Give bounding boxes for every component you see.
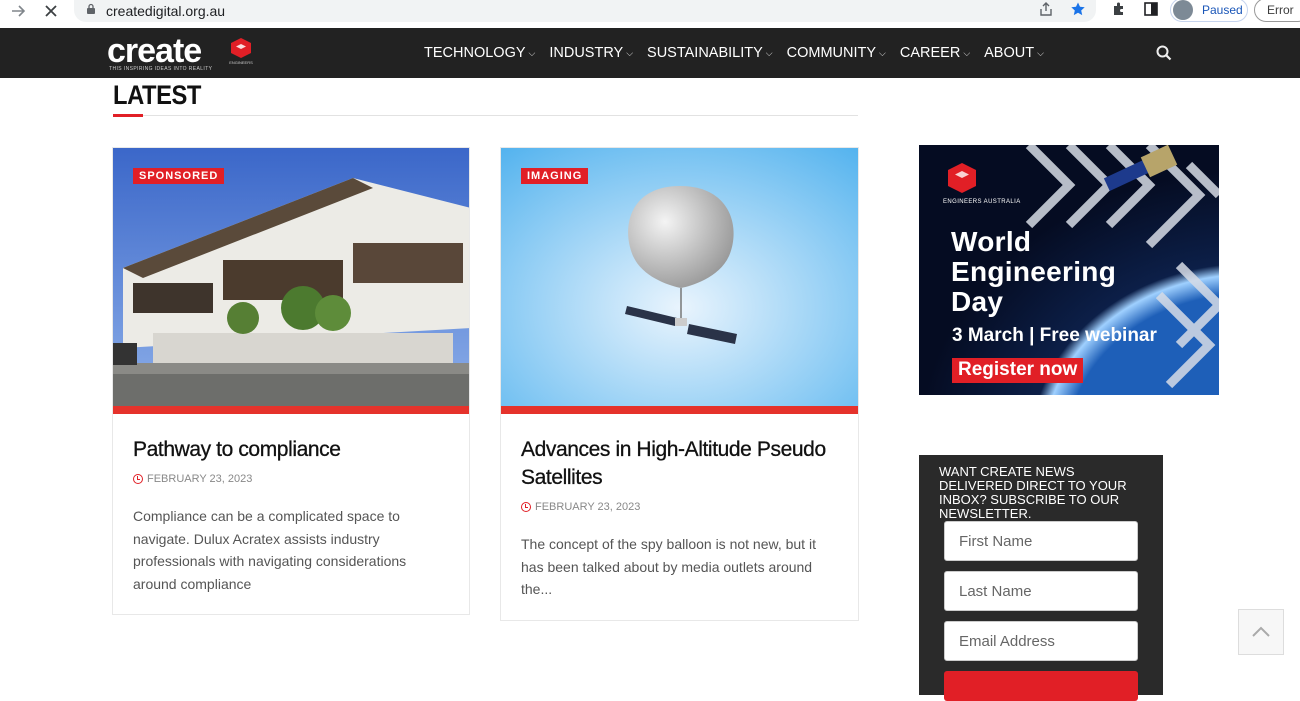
chevron-down-icon: ⌵ xyxy=(765,47,773,58)
back-to-top-button[interactable] xyxy=(1238,609,1284,655)
date-text: FEBRUARY 23, 2023 xyxy=(535,501,641,513)
ad-headline-line: World xyxy=(951,226,1032,257)
clock-icon xyxy=(133,474,143,484)
date-text: FEBRUARY 23, 2023 xyxy=(147,473,253,485)
chevron-down-icon: ⌵ xyxy=(963,47,971,58)
nav-label: ABOUT xyxy=(984,45,1035,61)
chevron-down-icon: ⌵ xyxy=(879,47,886,58)
article-date: FEBRUARY 23, 2023 xyxy=(521,501,640,513)
article-excerpt: The concept of the spy balloon is not ne… xyxy=(521,536,816,597)
register-now-button[interactable]: Register now xyxy=(952,358,1084,383)
side-panel-icon[interactable] xyxy=(1143,1,1159,21)
thumbnail-accent-bar xyxy=(501,406,858,414)
ad-headline: World Engineering Day xyxy=(951,227,1116,317)
nav-item-about[interactable]: ABOUT ⌵ xyxy=(984,45,1044,61)
first-name-placeholder: First Name xyxy=(959,532,1033,550)
last-name-field[interactable]: Last Name xyxy=(944,571,1138,611)
newsletter-heading: WANT CREATE NEWS DELIVERED DIRECT TO YOU… xyxy=(939,464,1127,521)
nav-label: TECHNOLOGY xyxy=(424,45,526,61)
ad-subline: 3 March | Free webinar xyxy=(952,325,1157,346)
newsletter-signup: WANT CREATE NEWS DELIVERED DIRECT TO YOU… xyxy=(919,455,1163,701)
browser-toolbar: createdigital.org.au Paused Error xyxy=(0,0,1300,28)
last-name-placeholder: Last Name xyxy=(959,582,1032,600)
chevron-down-icon: ⌵ xyxy=(1037,47,1044,58)
error-button[interactable]: Error xyxy=(1254,0,1300,22)
nav-item-career[interactable]: CAREER ⌵ xyxy=(900,45,970,61)
category-badge[interactable]: IMAGING xyxy=(521,168,589,184)
profile-button[interactable]: Paused xyxy=(1170,0,1248,22)
article-thumbnail-balloon[interactable] xyxy=(501,148,858,414)
nav-item-technology[interactable]: TECHNOLOGY ⌵ xyxy=(424,45,535,61)
chevron-down-icon: ⌵ xyxy=(528,47,536,58)
profile-status: Paused xyxy=(1202,3,1243,17)
engineers-australia-logo-icon: ENGINEERS AUSTRALIA xyxy=(943,161,1020,205)
nav-label: CAREER xyxy=(899,45,961,61)
article-card[interactable]: SPONSORED Pathway to compliance FEBRUARY… xyxy=(112,147,470,615)
article-thumbnail-building[interactable] xyxy=(113,148,469,414)
url-text: createdigital.org.au xyxy=(106,3,226,19)
bookmark-star-icon[interactable] xyxy=(1070,1,1086,21)
site-header: create THIS INSPIRING IDEAS INTO REALITY… xyxy=(0,28,1300,78)
first-name-field[interactable]: First Name xyxy=(944,521,1138,561)
engineers-australia-logo-icon: ENGINEERS xyxy=(227,36,255,71)
category-badge[interactable]: SPONSORED xyxy=(133,168,225,184)
create-logo[interactable]: create THIS INSPIRING IDEAS INTO REALITY… xyxy=(107,34,257,74)
svg-text:ENGINEERS: ENGINEERS xyxy=(229,60,253,65)
ad-logo-text: ENGINEERS AUSTRALIA xyxy=(943,199,1021,205)
article-title[interactable]: Advances in High-Altitude Pseudo Satelli… xyxy=(521,436,838,492)
chevron-up-icon xyxy=(1252,626,1270,637)
error-label: Error xyxy=(1267,3,1294,17)
extensions-icon[interactable] xyxy=(1111,1,1127,21)
nav-item-industry[interactable]: INDUSTRY ⌵ xyxy=(549,45,633,61)
stop-loading-icon[interactable] xyxy=(40,0,62,22)
nav-label: SUSTAINABILITY xyxy=(647,45,763,61)
ad-headline-line: Engineering xyxy=(951,256,1117,287)
search-icon[interactable] xyxy=(1156,45,1172,66)
world-engineering-day-ad[interactable]: ENGINEERS AUSTRALIA World Engineering Da… xyxy=(919,145,1219,395)
ad-headline-line: Day xyxy=(951,286,1004,317)
nav-label: COMMUNITY xyxy=(786,45,877,61)
nav-item-community[interactable]: COMMUNITY ⌵ xyxy=(787,45,886,61)
lock-icon xyxy=(86,2,96,20)
article-title[interactable]: Pathway to compliance xyxy=(133,436,449,464)
subscribe-button[interactable] xyxy=(944,671,1138,701)
main-nav: TECHNOLOGY ⌵ INDUSTRY ⌵ SUSTAINABILITY ⌵ CO… xyxy=(424,28,1058,78)
email-placeholder: Email Address xyxy=(959,632,1055,650)
section-accent xyxy=(113,114,143,117)
logo-tagline: THIS INSPIRING IDEAS INTO REALITY xyxy=(109,66,213,72)
thumbnail-accent-bar xyxy=(113,406,469,414)
forward-icon[interactable] xyxy=(8,0,30,22)
article-excerpt: Compliance can be a complicated space to… xyxy=(133,508,407,592)
nav-item-sustainability[interactable]: SUSTAINABILITY ⌵ xyxy=(647,45,773,61)
article-date: FEBRUARY 23, 2023 xyxy=(133,473,252,485)
email-field[interactable]: Email Address xyxy=(944,621,1138,661)
avatar xyxy=(1173,0,1193,20)
nav-label: INDUSTRY xyxy=(549,45,624,61)
section-heading: LATEST xyxy=(113,80,201,110)
share-icon[interactable] xyxy=(1038,1,1054,21)
clock-icon xyxy=(521,502,531,512)
address-bar[interactable]: createdigital.org.au xyxy=(74,0,1096,22)
chevron-down-icon: ⌵ xyxy=(626,47,634,58)
article-card[interactable]: IMAGING Advances in High-Altitude Pseudo… xyxy=(500,147,859,621)
section-divider xyxy=(113,115,858,116)
